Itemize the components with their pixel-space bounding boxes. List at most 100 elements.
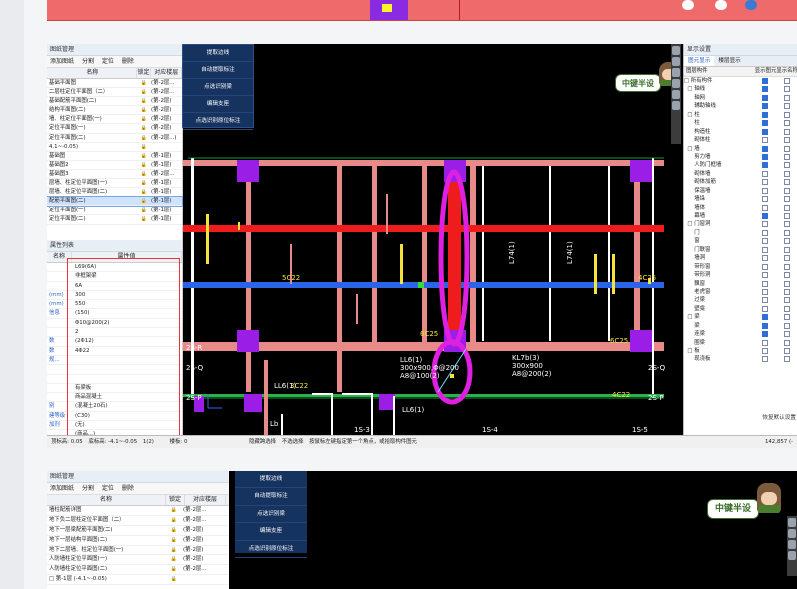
show-name-checkbox[interactable]: [784, 120, 790, 127]
property-value[interactable]: Φ10@200(2): [73, 319, 182, 327]
show-name-checkbox[interactable]: [784, 86, 790, 93]
lock-icon[interactable]: 🔒: [137, 179, 151, 187]
lock-icon[interactable]: 🔒: [165, 555, 183, 564]
property-value[interactable]: 300: [73, 291, 182, 299]
show-element-checkbox[interactable]: [762, 246, 768, 253]
property-row[interactable]: 规...: [47, 356, 182, 366]
show-element-checkbox[interactable]: [762, 280, 768, 287]
show-name-checkbox[interactable]: [784, 331, 790, 338]
tree-row[interactable]: 地下二层墙、柱定位平面图(一) 🔒 (第-2层): [47, 546, 229, 556]
property-value[interactable]: 2: [73, 328, 182, 336]
show-element-checkbox[interactable]: [762, 111, 768, 118]
property-value[interactable]: 有梁板: [73, 384, 182, 392]
lock-icon[interactable]: 🔒: [137, 88, 151, 96]
tree-row[interactable]: 墙、柱定位平面图(一) 🔒 (第-2层): [47, 115, 182, 125]
tree-row[interactable]: 层墙、柱定位平面图(一) 🔒 (第-1层): [47, 179, 182, 189]
tree-row[interactable]: 地下一层结构平面图(二) 🔒 (第-2层): [47, 536, 229, 546]
lock-icon[interactable]: 🔒: [165, 536, 183, 545]
show-element-checkbox[interactable]: [762, 221, 768, 228]
add-drawing-button[interactable]: 添加图纸: [50, 58, 74, 65]
property-value[interactable]: [73, 375, 182, 383]
property-value[interactable]: (混凝土20石): [73, 402, 182, 410]
show-name-checkbox[interactable]: [784, 322, 790, 329]
show-name-checkbox[interactable]: [784, 103, 790, 110]
pan-icon[interactable]: [672, 57, 680, 66]
show-element-checkbox[interactable]: [762, 314, 768, 321]
show-element-checkbox[interactable]: [762, 263, 768, 270]
property-row[interactable]: 非框架梁: [47, 272, 182, 282]
property-row[interactable]: 有梁板: [47, 384, 182, 394]
property-row[interactable]: (mm) 300: [47, 291, 182, 301]
extract-edge-button[interactable]: 提取边线: [183, 45, 253, 62]
show-element-checkbox[interactable]: [762, 179, 768, 186]
show-name-checkbox[interactable]: [784, 213, 790, 219]
tree-row[interactable]: 配筋平面图(二) 🔒 (第-1层): [47, 196, 183, 208]
restore-default-button[interactable]: 恢复默认设置: [762, 413, 796, 421]
property-value[interactable]: L69(6A): [73, 263, 182, 271]
lock-icon[interactable]: 🔒: [137, 124, 151, 132]
rotate-icon[interactable]: [788, 540, 796, 549]
status-hide-span[interactable]: 隐藏跨选择: [249, 439, 276, 445]
show-element-checkbox[interactable]: [762, 255, 768, 262]
lock-icon[interactable]: 🔒: [137, 197, 151, 205]
locate-button[interactable]: 定位: [102, 58, 114, 65]
show-element-checkbox[interactable]: [762, 94, 768, 101]
lock-icon[interactable]: 🔒: [137, 152, 151, 160]
column-header-layer[interactable]: 对应楼层: [151, 68, 182, 78]
show-name-checkbox[interactable]: [784, 246, 790, 253]
property-value[interactable]: 550: [73, 300, 182, 308]
property-row[interactable]: [47, 375, 182, 384]
status-no-select[interactable]: 不选选择: [282, 439, 304, 445]
show-element-checkbox[interactable]: [762, 120, 768, 127]
show-element-checkbox[interactable]: [762, 331, 768, 338]
show-name-checkbox[interactable]: [784, 229, 790, 236]
property-value[interactable]: 4Φ22: [73, 347, 182, 355]
show-element-checkbox[interactable]: [762, 339, 768, 346]
show-element-checkbox[interactable]: [762, 204, 768, 211]
show-name-checkbox[interactable]: [784, 272, 790, 279]
delete-button[interactable]: 删除: [122, 58, 134, 65]
show-name-checkbox[interactable]: [784, 162, 790, 169]
show-element-checkbox[interactable]: [762, 86, 768, 93]
show-element-checkbox[interactable]: [762, 272, 768, 279]
column-header-lock[interactable]: 锁定: [166, 495, 185, 505]
lock-icon[interactable]: 🔒: [165, 506, 183, 515]
tree-row[interactable]: 二层柱定位平面图（二） 🔒 (第-2层...: [47, 88, 182, 98]
pick-identify-insitu-button[interactable]: 点选识别原位标注: [183, 113, 253, 130]
column-header-name[interactable]: 名称: [47, 495, 166, 505]
toolbar-icon[interactable]: [682, 0, 694, 10]
tree-row[interactable]: 定位平面图(一) 🔒 (第-2层): [47, 124, 182, 134]
add-drawing-button[interactable]: 添加图纸: [50, 485, 74, 492]
property-value[interactable]: 商品混凝土: [73, 393, 182, 401]
show-name-checkbox[interactable]: [784, 297, 790, 304]
info-icon[interactable]: [745, 0, 757, 10]
pick-identify-beam-button[interactable]: 点选识别梁: [235, 506, 307, 524]
tree-row[interactable]: 地下一层梁配筋平面图(二) 🔒 (第-2层): [47, 526, 229, 536]
delete-button[interactable]: 删除: [122, 485, 134, 492]
lock-icon[interactable]: 🔒: [137, 106, 151, 114]
property-value[interactable]: (150): [73, 309, 182, 317]
tree-row[interactable]: 层墙、柱定位平面图(二) 🔒 (第-1层): [47, 188, 182, 198]
show-name-checkbox[interactable]: [784, 348, 790, 354]
show-element-checkbox[interactable]: [762, 78, 768, 84]
show-name-checkbox[interactable]: [784, 111, 790, 118]
property-row[interactable]: (mm) 550: [47, 300, 182, 310]
lock-icon[interactable]: 🔒: [137, 134, 151, 142]
property-row[interactable]: 2: [47, 328, 182, 338]
property-row[interactable]: 加剂 (无): [47, 421, 182, 431]
tree-row[interactable]: 人防墙柱定位平面图(一) 🔒 (第-2层): [47, 555, 229, 566]
zoom-icon[interactable]: [788, 518, 796, 527]
property-row[interactable]: L69(6A): [47, 263, 182, 273]
show-element-checkbox[interactable]: [762, 128, 768, 135]
lock-icon[interactable]: 🔒: [137, 206, 151, 214]
tree-row[interactable]: 结构平面图(二) 🔒 (第-2层): [47, 106, 182, 116]
property-value[interactable]: 6A: [73, 282, 182, 290]
property-value[interactable]: [73, 365, 182, 373]
lock-icon[interactable]: 🔒: [165, 526, 183, 535]
show-element-checkbox[interactable]: [762, 348, 768, 354]
property-row[interactable]: 数 4Φ22: [47, 347, 182, 356]
property-row[interactable]: 数 (2Φ12): [47, 337, 182, 347]
tree-row[interactable]: 人防墙柱定位平面图(二) 🔒 (第-2层...: [47, 565, 229, 576]
property-row[interactable]: Φ10@200(2): [47, 319, 182, 329]
property-row[interactable]: 建等级 (C30): [47, 412, 182, 422]
